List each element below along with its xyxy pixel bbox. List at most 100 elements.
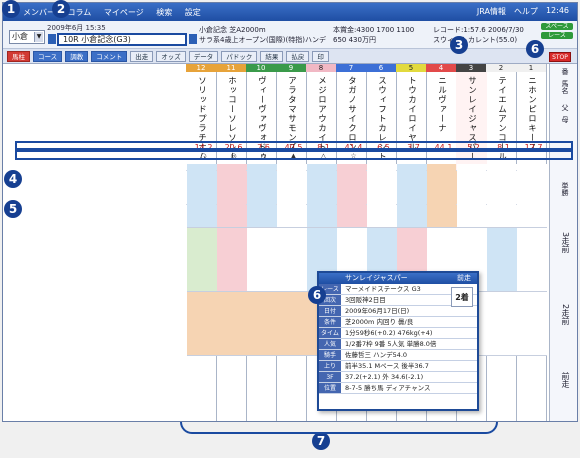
prize-line-1: 本賞金:4300 1700 1100 [333,26,415,34]
past-race-block[interactable] [517,164,547,228]
record-line-2: スウィフトカレント(55.0) [433,36,518,44]
race-next-button[interactable] [189,34,197,44]
popup-row: 騎手 佐藤哲三 ハンデ54.0 [319,350,477,361]
menu-bar: メンバー コラム マイページ 検索 設定 JRA情報 ヘルプ 12:46 [3,3,577,21]
label-sire: 父 [561,104,569,111]
status-badge: レース [541,32,573,39]
tab-data[interactable]: データ [188,50,219,62]
tab-comment[interactable]: コメント [91,50,128,62]
prize-line-2: 650 430万円 [333,36,376,44]
chevron-down-icon[interactable]: ▼ [34,32,43,42]
popup-row-value: 前半35.1 Mペース 後半36.7 [345,362,429,370]
horse-number: 1 [516,64,546,72]
popup-row-label: 日付 [319,306,341,316]
menu-mypage[interactable]: マイページ [104,8,144,17]
popup-row-label: 上り [319,361,341,371]
venue-value: 小倉 [12,32,28,41]
label-last-race: 前走 [561,372,570,388]
popup-row-label: 条件 [319,317,341,327]
past-race-block[interactable] [247,164,277,228]
past-race-block[interactable] [277,164,307,228]
record-info: レコード:1:57.6 2006/7/30 スウィフトカレント(55.0) [433,25,524,45]
tab-result[interactable]: 結果 [260,50,284,62]
popup-row: 条件 芝2000m 内回り 曇/良 [319,317,477,328]
past-race-block[interactable] [457,164,487,228]
horse-number: 4 [426,64,456,72]
past-race-block[interactable] [187,164,217,228]
menu-member[interactable]: メンバー [23,8,55,17]
horse-number: 6 [366,64,396,72]
race-header: 2009年6月 15:35 小倉 ▼ 10R 小倉記念(G3) 小倉記念 芝A2… [3,21,577,49]
tab-entry[interactable]: 出走 [130,50,154,62]
race-conditions: サラ系4歳上オープン(国際)(特指)ハンデ [199,36,326,44]
tab-training[interactable]: 調教 [65,50,89,62]
date-label: 2009年6月 15:35 [47,24,106,32]
past-race-block[interactable] [487,292,517,356]
menu-help[interactable]: ヘルプ [514,6,538,17]
label-odds: 単勝 [561,182,569,196]
horse-number: 12 [186,64,216,72]
past-race-block[interactable] [217,292,247,356]
popup-row-value: 37.2(+2.1) 外 34.6(-2.1) [345,373,424,381]
past-race-block[interactable] [217,164,247,228]
tab-odds[interactable]: オッズ [156,50,186,62]
venue-select[interactable]: 小倉 ▼ [9,30,45,44]
titlebar-right: JRA情報 ヘルプ 12:46 [477,6,569,17]
stop-button[interactable]: STOP [549,52,571,62]
past-race-block[interactable] [367,164,397,228]
status-badges: スペース レース [541,23,573,41]
race-name: 小倉記念 芝A2000m [199,26,266,34]
past-race-block[interactable] [277,292,307,356]
callout-7-bracket [180,422,498,434]
past-race-block[interactable] [397,164,427,228]
record-line-1: レコード:1:57.6 2006/7/30 [433,26,524,34]
past-race-block[interactable] [337,164,367,228]
popup-row-value: 佐藤哲三 ハンデ54.0 [345,351,408,359]
popup-horse-name: サンレイジャスパー [345,274,408,282]
callout-3: 3 [450,36,468,54]
callout-6-popup: 6 [308,286,326,304]
menu-settings[interactable]: 設定 [185,8,201,17]
menu-jra-info[interactable]: JRA情報 [477,6,506,17]
tab-course[interactable]: コース [33,50,63,62]
popup-result-badge: 2着 [451,287,473,307]
race-prev-button[interactable] [48,34,56,44]
callout-5: 5 [4,200,22,218]
popup-row: タイム 1分59秒6(+0.2) 476kg(+4) [319,328,477,339]
past-race-block[interactable] [247,292,277,356]
label-2-races-ago: 2走前 [561,304,570,326]
popup-row: 日付 2009年06月17日(日) [319,306,477,317]
odds-row-highlight [15,141,573,150]
menu-column[interactable]: コラム [68,8,92,17]
horse-number: 8 [306,64,336,72]
horse-number: 9 [276,64,306,72]
popup-row-label: 騎手 [319,350,341,360]
tab-payout[interactable]: 払戻 [286,50,310,62]
marks-row-highlight[interactable] [15,150,573,160]
past-race-block[interactable] [487,164,517,228]
past-race-block[interactable] [187,228,217,292]
past-race-block[interactable] [277,228,307,292]
popup-race-tag: 前走 [457,274,471,282]
popup-row-value: 1分59秒6(+0.2) 476kg(+4) [345,329,433,337]
tab-paddock[interactable]: パドック [221,50,258,62]
past-race-block[interactable] [217,228,247,292]
menu-search[interactable]: 検索 [156,8,172,17]
popup-row: 位置 8-7-5 勝ち馬 ディアチャンス [319,383,477,394]
tab-umabashira[interactable]: 馬柱 [7,50,30,62]
past-race-block[interactable] [307,164,337,228]
past-race-block[interactable] [517,228,547,292]
past-race-block[interactable] [187,292,217,356]
clock: 12:46 [545,6,569,15]
past-race-block[interactable] [247,228,277,292]
race-select[interactable]: 10R 小倉記念(G3) [57,33,187,46]
past-race-block[interactable] [427,164,457,228]
horse-number: 11 [216,64,246,72]
tab-marks[interactable]: 印 [312,50,329,62]
callout-4: 4 [4,170,22,188]
past-race-block[interactable] [517,292,547,356]
past-race-block[interactable] [487,228,517,292]
race-info: 小倉記念 芝A2000m サラ系4歳上オープン(国際)(特指)ハンデ [199,25,326,45]
label-3-races-ago: 3走前 [561,232,570,254]
popup-row-value: 1/2番7枠 9番 5人気 単勝8.0倍 [345,340,437,348]
